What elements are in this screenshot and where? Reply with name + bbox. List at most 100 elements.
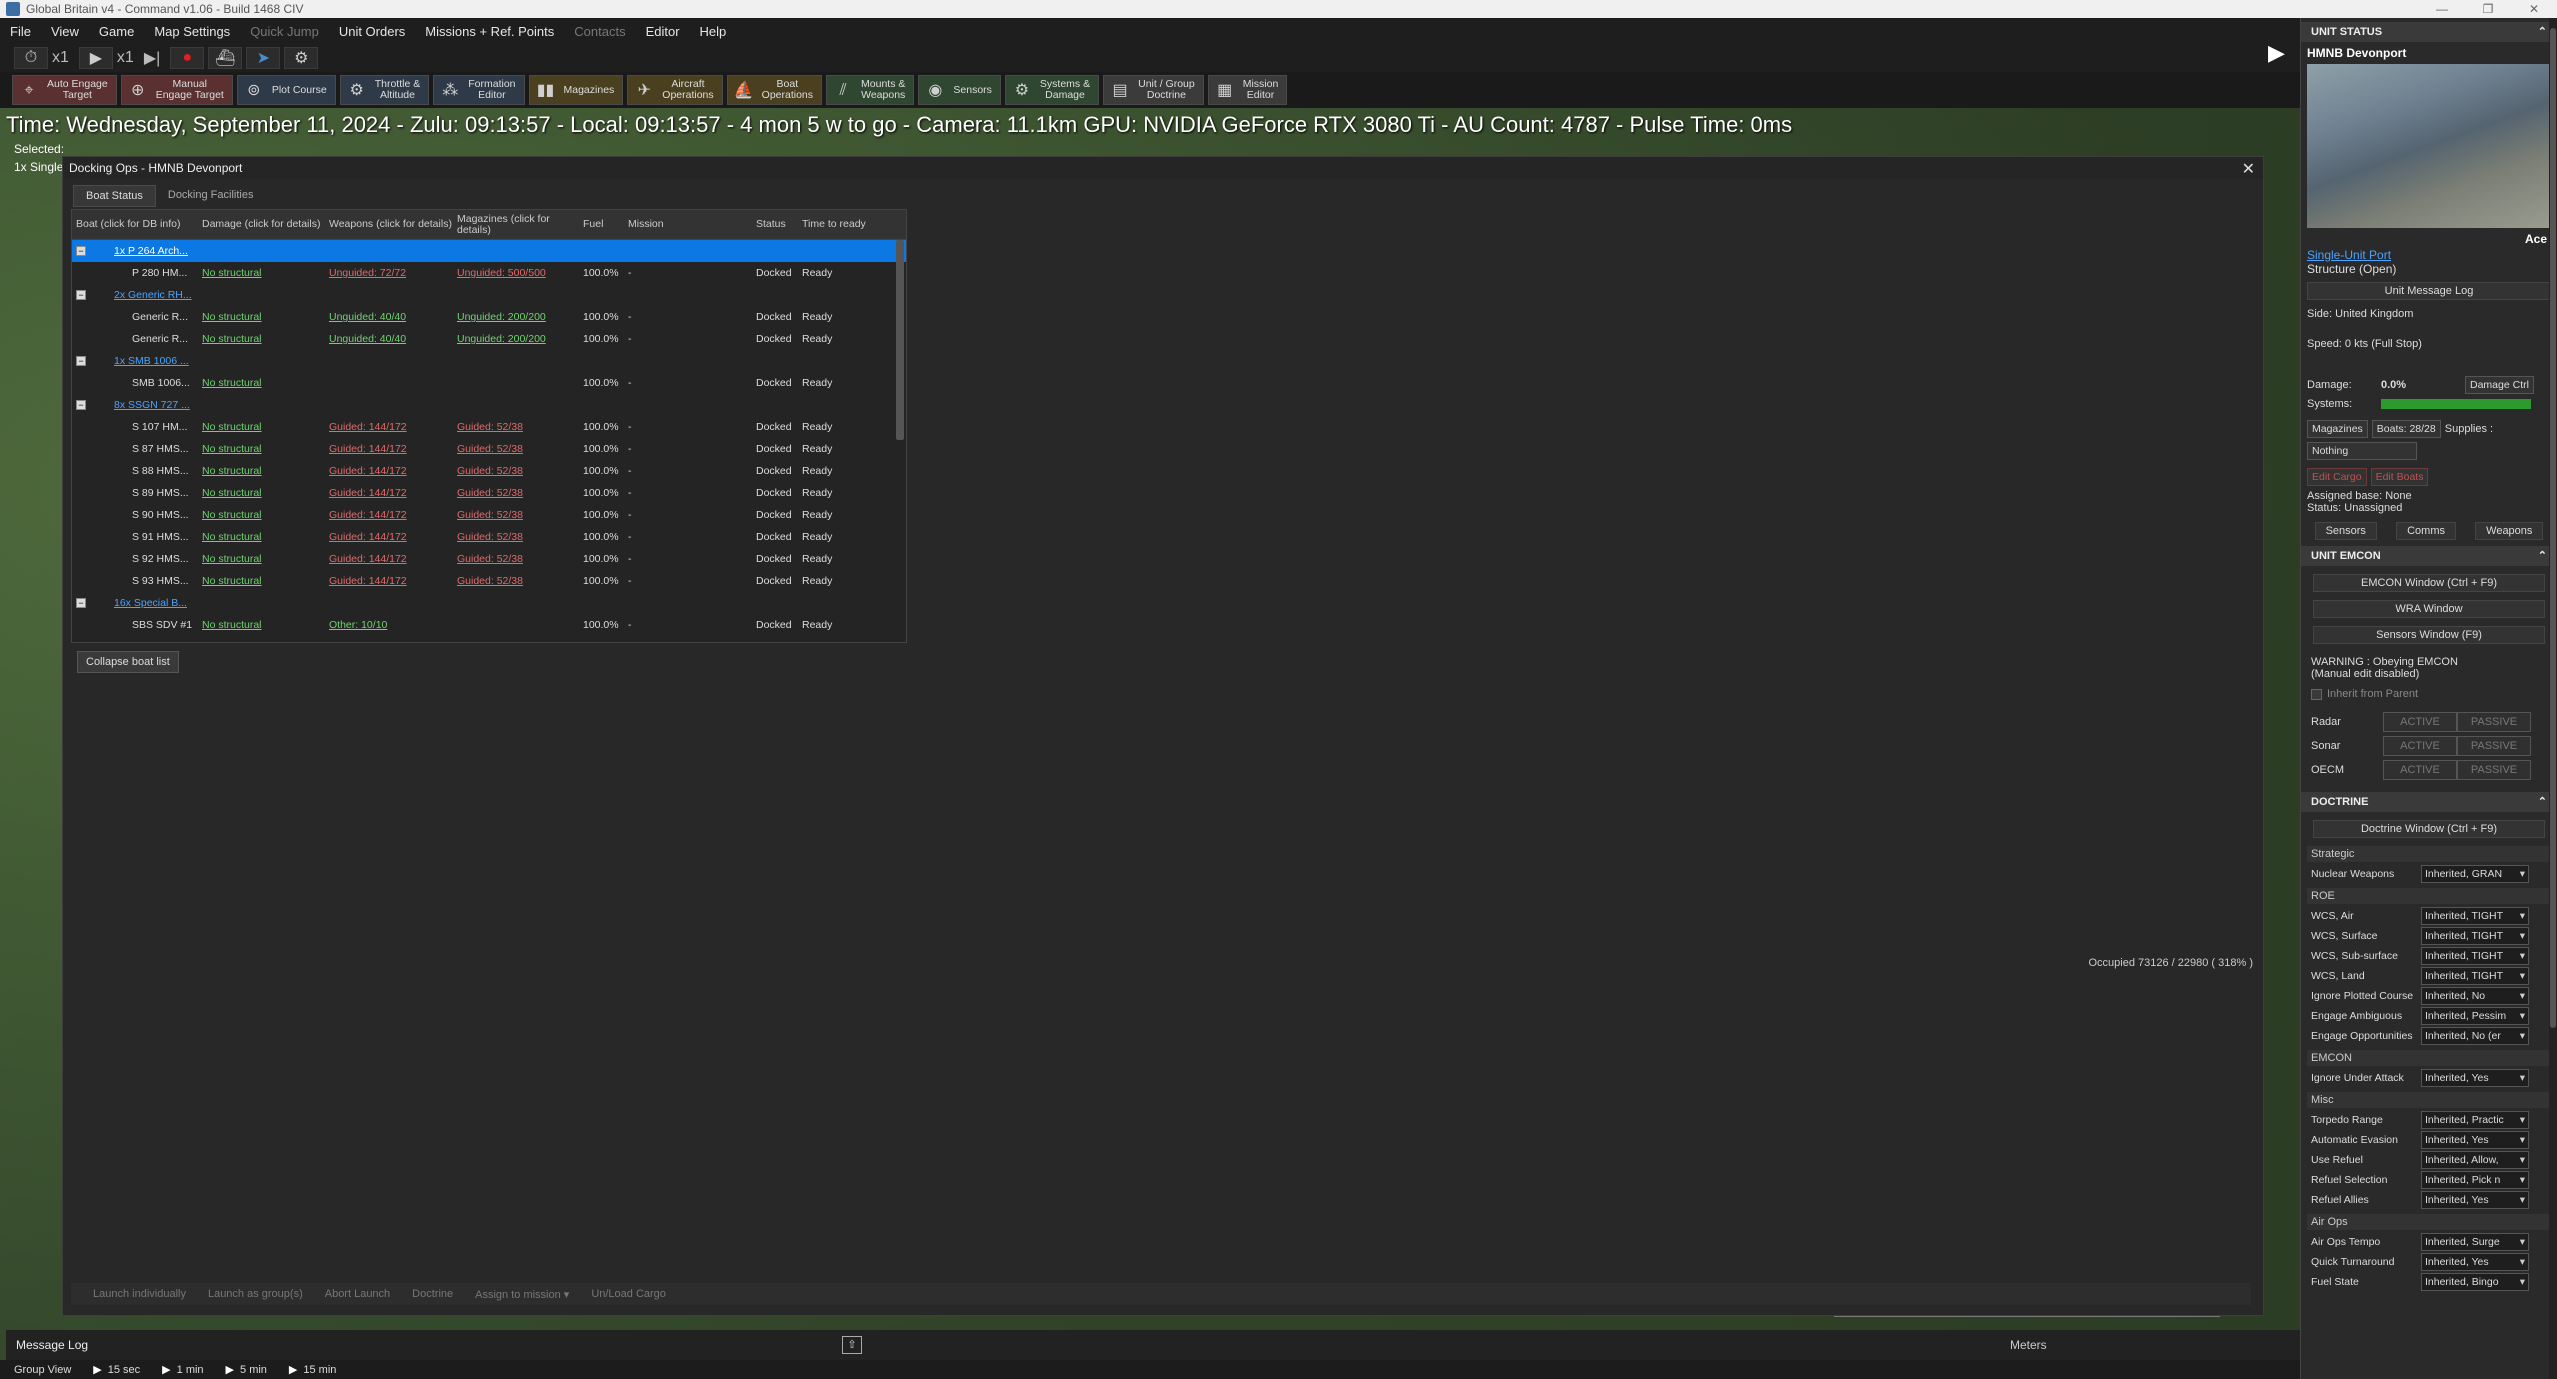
- boat-operations-button[interactable]: ⛵ Boat Operations: [726, 75, 823, 105]
- unit-message-log-button[interactable]: Unit Message Log: [2307, 282, 2551, 300]
- mounts-weapons-button[interactable]: ⫽ Mounts & Weapons: [826, 75, 915, 105]
- weapons-link[interactable]: Guided: 144/172: [325, 509, 453, 521]
- boat-name[interactable]: Generic R...: [72, 311, 198, 323]
- checkbox-icon[interactable]: [2311, 688, 2322, 700]
- boat-name[interactable]: S 107 HM...: [72, 421, 198, 433]
- magazines-link[interactable]: Guided: 52/38: [453, 553, 579, 565]
- magazines-link[interactable]: Guided: 52/38: [453, 575, 579, 587]
- group-row[interactable]: − 8x SSGN 727 ...: [72, 394, 906, 416]
- unit-status-header[interactable]: UNIT STATUS ⌃: [2301, 22, 2557, 42]
- col-magazines[interactable]: Magazines (click for details): [453, 213, 579, 236]
- magazines-panel-button[interactable]: Magazines: [2307, 420, 2368, 438]
- doctrine-select[interactable]: Inherited, Allow,: [2421, 1151, 2529, 1169]
- doctrine-select[interactable]: Inherited, Yes: [2421, 1253, 2529, 1271]
- damage-link[interactable]: No structural: [198, 531, 325, 543]
- damage-link[interactable]: No structural: [198, 553, 325, 565]
- sonar-active-option[interactable]: ACTIVE: [2383, 736, 2457, 756]
- group-name[interactable]: 16x Special B...: [114, 597, 187, 609]
- table-row[interactable]: S 93 HMS... No structural Guided: 144/172 G…: [72, 570, 906, 592]
- step-15min[interactable]: 15 min: [303, 1364, 336, 1376]
- doctrine-select[interactable]: Inherited, Practic: [2421, 1111, 2529, 1129]
- menu-unit-orders[interactable]: Unit Orders: [339, 24, 405, 39]
- table-row[interactable]: S 89 HMS... No structural Guided: 144/172 G…: [72, 482, 906, 504]
- boat-name[interactable]: S 90 HMS...: [72, 509, 198, 521]
- magazines-link[interactable]: Guided: 52/38: [453, 509, 579, 521]
- col-time-to-ready[interactable]: Time to ready: [798, 219, 878, 230]
- close-icon[interactable]: ✕: [2242, 159, 2255, 179]
- step-icon[interactable]: ▶|: [144, 48, 160, 68]
- clock-icon[interactable]: ⏱: [14, 47, 48, 69]
- group-row[interactable]: − 1x P 264 Arch...: [72, 240, 906, 262]
- weapons-link[interactable]: Guided: 144/172: [325, 553, 453, 565]
- weapons-link[interactable]: Other: 10/10: [325, 619, 453, 631]
- damage-ctrl-button[interactable]: Damage Ctrl: [2465, 376, 2534, 394]
- damage-link[interactable]: No structural: [198, 509, 325, 521]
- weapons-link[interactable]: Unguided: 40/40: [325, 311, 453, 323]
- abort-launch-button[interactable]: Abort Launch: [325, 1288, 390, 1300]
- damage-link[interactable]: No structural: [198, 311, 325, 323]
- tab-comms[interactable]: Comms: [2396, 522, 2456, 540]
- settings-gear-icon[interactable]: ⚙: [284, 47, 319, 69]
- tab-docking-facilities[interactable]: Docking Facilities: [156, 185, 266, 207]
- collapse-chevron-icon[interactable]: ⌃: [2538, 22, 2547, 42]
- doctrine-select[interactable]: Inherited, Yes: [2421, 1131, 2529, 1149]
- weapons-link[interactable]: Guided: 144/172: [325, 443, 453, 455]
- doctrine-select[interactable]: Inherited, Pick n: [2421, 1171, 2529, 1189]
- grid-scrollbar[interactable]: [896, 240, 904, 440]
- oecm-passive-option[interactable]: PASSIVE: [2457, 760, 2531, 780]
- boat-name[interactable]: S 88 HMS...: [72, 465, 198, 477]
- magazines-link[interactable]: Guided: 52/38: [453, 531, 579, 543]
- step-5min[interactable]: 5 min: [240, 1364, 267, 1376]
- sensors-button[interactable]: ◉ Sensors: [918, 75, 1001, 105]
- throttle-altitude-button[interactable]: ⚙ Throttle & Altitude: [339, 75, 430, 105]
- group-row[interactable]: − 1x SMB 1006 ...: [72, 350, 906, 372]
- collapse-chevron-icon[interactable]: ⌃: [2538, 792, 2547, 812]
- unload-cargo-button[interactable]: Un/Load Cargo: [591, 1288, 666, 1300]
- menu-file[interactable]: File: [10, 24, 31, 39]
- sensors-window-button[interactable]: Sensors Window (F9): [2313, 626, 2545, 644]
- close-window-button[interactable]: ✕: [2511, 0, 2557, 18]
- boats-panel-button[interactable]: Boats: 28/28: [2371, 420, 2441, 438]
- group-name[interactable]: 1x SMB 1006 ...: [114, 355, 189, 367]
- doctrine-select[interactable]: Inherited, Pessim: [2421, 1007, 2529, 1025]
- damage-link[interactable]: No structural: [198, 333, 325, 345]
- boat-name[interactable]: P 280 HM...: [72, 267, 198, 279]
- radar-active-option[interactable]: ACTIVE: [2383, 712, 2457, 732]
- menu-map-settings[interactable]: Map Settings: [154, 24, 230, 39]
- table-row[interactable]: P 280 HM... No structural Unguided: 72/72 U…: [72, 262, 906, 284]
- ship-icon[interactable]: ⛴: [208, 47, 243, 69]
- table-row[interactable]: SMB 1006... No structural 100.0% - Docked Rea…: [72, 372, 906, 394]
- magazines-link[interactable]: Unguided: 200/200: [453, 333, 579, 345]
- doctrine-select[interactable]: Inherited, TIGHT: [2421, 947, 2529, 965]
- damage-link[interactable]: No structural: [198, 575, 325, 587]
- magazines-button[interactable]: ▮▮ Magazines: [528, 75, 624, 105]
- col-mission[interactable]: Mission: [624, 219, 752, 230]
- boat-name[interactable]: Generic R...: [72, 333, 198, 345]
- collapse-boat-list-button[interactable]: Collapse boat list: [77, 651, 179, 673]
- minimize-button[interactable]: —: [2419, 0, 2465, 18]
- damage-link[interactable]: No structural: [198, 267, 325, 279]
- doctrine-select[interactable]: Inherited, No (er: [2421, 1027, 2529, 1045]
- damage-link[interactable]: No structural: [198, 421, 325, 433]
- collapse-toggle-icon[interactable]: −: [76, 246, 86, 257]
- menu-game[interactable]: Game: [99, 24, 134, 39]
- maximize-button[interactable]: ❐: [2465, 0, 2511, 18]
- magazines-link[interactable]: Unguided: 500/500: [453, 267, 579, 279]
- unit-group-doctrine-button[interactable]: ▤ Unit / Group Doctrine: [1103, 75, 1204, 105]
- col-weapons[interactable]: Weapons (click for details): [325, 219, 453, 230]
- record-icon[interactable]: ●: [170, 47, 205, 69]
- inherit-from-parent[interactable]: Inherit from Parent: [2301, 684, 2557, 704]
- magazines-link[interactable]: Guided: 52/38: [453, 465, 579, 477]
- auto-engage-button[interactable]: ⌖ Auto Engage Target: [12, 75, 117, 105]
- group-name[interactable]: 1x P 264 Arch...: [114, 245, 188, 257]
- table-row[interactable]: S 88 HMS... No structural Guided: 144/172 G…: [72, 460, 906, 482]
- weapons-link[interactable]: Guided: 144/172: [325, 487, 453, 499]
- magazines-link[interactable]: Unguided: 200/200: [453, 311, 579, 323]
- collapse-chevron-icon[interactable]: ⌃: [2538, 546, 2547, 566]
- doctrine-select[interactable]: Inherited, TIGHT: [2421, 927, 2529, 945]
- weapons-link[interactable]: Guided: 144/172: [325, 465, 453, 477]
- formation-editor-button[interactable]: ⁂ Formation Editor: [433, 75, 525, 105]
- col-boat[interactable]: Boat (click for DB info): [72, 219, 198, 230]
- doctrine-window-button[interactable]: Doctrine Window (Ctrl + F9): [2313, 820, 2545, 838]
- message-log-label[interactable]: Message Log: [16, 1338, 88, 1352]
